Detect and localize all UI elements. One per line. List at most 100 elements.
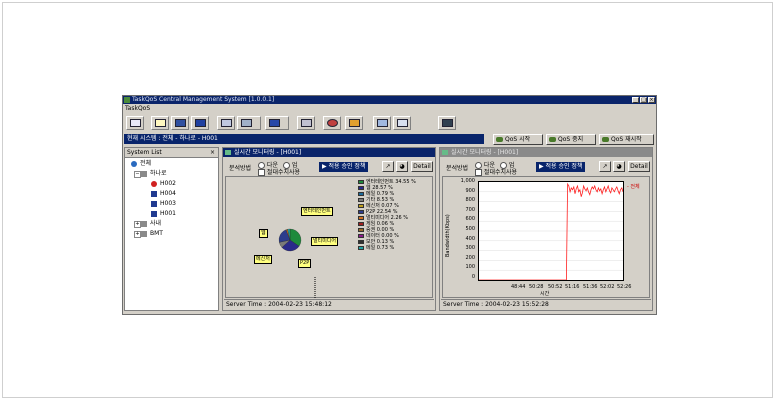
toolbar-calendar-button[interactable]	[126, 116, 144, 130]
legend-swatch	[358, 209, 364, 214]
maximize-button[interactable]: □	[640, 97, 647, 103]
apply-policy-button[interactable]: ▶ 적용 승인 정책	[319, 162, 369, 172]
system-list-close-button[interactable]: ×	[210, 148, 215, 157]
toolbar-user-button[interactable]	[438, 116, 456, 130]
legend-swatch	[358, 197, 364, 202]
abs-checkbox-right[interactable]: 절대수치사용	[475, 167, 517, 176]
server-icon	[141, 170, 147, 177]
tree-item-h001[interactable]: H001	[151, 209, 176, 218]
abs-checkbox-box	[475, 169, 482, 176]
legend-swatch	[358, 245, 364, 250]
current-system-bar: 현재 시스템 : 전체 - 하나로 - H001	[124, 134, 484, 144]
y-tick-label: 800	[465, 197, 475, 204]
x-tick-label: 52:26	[617, 284, 632, 290]
x-tick-label: 50:52	[548, 284, 563, 290]
tree-item-label: BMT	[150, 230, 163, 237]
chart-pie-toggle[interactable]: ◕	[396, 161, 408, 172]
abs-checkbox[interactable]: 절대수치사용	[258, 167, 300, 176]
calendar-icon	[130, 119, 141, 127]
toolbar-settings-button[interactable]	[297, 116, 315, 130]
qos-start-button[interactable]: QoS 시작	[493, 134, 543, 145]
detail-button-right[interactable]: Detail	[628, 161, 650, 172]
network-icon	[195, 119, 206, 127]
device-icon	[241, 119, 252, 127]
apply-policy-label: 적용 승인 정책	[328, 163, 366, 170]
line-controls: 분석방법 다운 업 절대수치사용 ▶ 적용 승인 정책 ↗ ◕ Detail	[442, 160, 650, 176]
settings-icon	[301, 119, 312, 127]
tree-expander[interactable]: +	[134, 221, 141, 228]
computer-icon	[151, 210, 157, 217]
toolbar-chart-button[interactable]	[323, 116, 341, 130]
system-list-panel: System List × 전체 하나로 − H002 H004 H003 H001 사내 + B…	[124, 147, 219, 311]
y-tick-label: 100	[465, 264, 475, 271]
toolbar-palette-button[interactable]	[345, 116, 363, 130]
server-icon	[141, 230, 147, 237]
toolbar-screen-button[interactable]	[217, 116, 235, 130]
tree-item-전체[interactable]: 전체	[131, 159, 151, 168]
main-window: TaskQoS Central Management System [1.0.0…	[122, 95, 657, 315]
menu-taskqos[interactable]: TaskQoS	[125, 104, 150, 113]
callout-messenger: 메신저	[254, 255, 272, 264]
server-time-right: Server Time : 2004-02-23 15:52:28	[441, 299, 651, 309]
qos-stop-icon	[549, 137, 556, 142]
qos-start-label: QoS 시작	[505, 136, 531, 143]
minimize-button[interactable]: _	[632, 97, 639, 103]
legend-swatch	[358, 221, 364, 226]
toolbar-computers-dropdown[interactable]	[265, 116, 289, 130]
x-tick-label: 48:44	[511, 284, 526, 290]
toolbar-network-button[interactable]	[191, 116, 209, 130]
qos-stop-label: QoS 중지	[558, 136, 584, 143]
x-tick-label: 52:02	[600, 284, 615, 290]
monitor-icon	[175, 119, 186, 127]
x-tick-label: 51:16	[565, 284, 580, 290]
legend-swatch	[358, 179, 364, 184]
toolbar-windows-button[interactable]	[373, 116, 391, 130]
user-computer-icon	[442, 119, 453, 127]
toolbar-monitor-button[interactable]	[171, 116, 189, 130]
toolbar-document-button[interactable]	[151, 116, 169, 130]
qos-restart-button[interactable]: QoS 재시작	[599, 134, 654, 145]
callout-web: 웹	[259, 229, 268, 238]
legend-swatch	[358, 185, 364, 190]
legend-swatch	[358, 215, 364, 220]
grid-icon	[397, 119, 408, 127]
line-chart-svg	[479, 182, 623, 280]
y-tick-label: 1,000	[460, 178, 475, 184]
tree-item-bmt[interactable]: BMT	[141, 229, 163, 238]
monitor-panel-line-title: 실시간 모니터링 - [H001]	[440, 148, 652, 157]
toolbar-device-dropdown[interactable]	[237, 116, 261, 130]
close-button[interactable]: ×	[648, 97, 655, 103]
legend-swatch	[358, 239, 364, 244]
legend-item: 메일 0.73 %	[358, 245, 416, 251]
detail-button-left[interactable]: Detail	[411, 161, 433, 172]
apply-policy-label: 적용 승인 정책	[545, 163, 583, 170]
apply-policy-button-right[interactable]: ▶ 적용 승인 정책	[536, 162, 586, 172]
qos-stop-button[interactable]: QoS 중지	[546, 134, 596, 145]
tree-item-h004[interactable]: H004	[151, 189, 176, 198]
computer-icon	[151, 200, 157, 207]
tree-item-label: 하나로	[150, 170, 167, 177]
tree-item-h003[interactable]: H003	[151, 199, 176, 208]
globe-icon	[131, 160, 137, 167]
tree-expander[interactable]: −	[134, 171, 141, 178]
chart-pie-toggle-right[interactable]: ◕	[613, 161, 625, 172]
monitor-icon	[225, 150, 231, 155]
tree-item-하나로[interactable]: 하나로	[141, 169, 167, 178]
tree-item-label: H002	[160, 180, 176, 187]
y-tick-label: 900	[465, 187, 475, 194]
abs-checkbox-label: 절대수치사용	[266, 169, 301, 176]
pie-chart	[278, 228, 302, 252]
screen-icon	[221, 119, 232, 127]
toolbar-grid-button[interactable]	[393, 116, 411, 130]
abs-checkbox-label: 절대수치사용	[483, 169, 518, 176]
line-chart-plot	[478, 181, 624, 281]
legend-swatch	[358, 227, 364, 232]
chart-line-toggle-right[interactable]: ↗	[599, 161, 611, 172]
analysis-label: 분석방법	[229, 165, 252, 172]
pie-controls: 분석방법 다운 업 절대수치사용 ▶ 적용 승인 정책 ↗ ◕ Detail	[225, 160, 433, 176]
tree-expander[interactable]: +	[134, 231, 141, 238]
chart-line-toggle[interactable]: ↗	[382, 161, 394, 172]
tree-item-사내[interactable]: 사내	[141, 219, 161, 228]
tree-item-h002[interactable]: H002	[151, 179, 176, 188]
tree-item-label: H003	[160, 200, 176, 207]
